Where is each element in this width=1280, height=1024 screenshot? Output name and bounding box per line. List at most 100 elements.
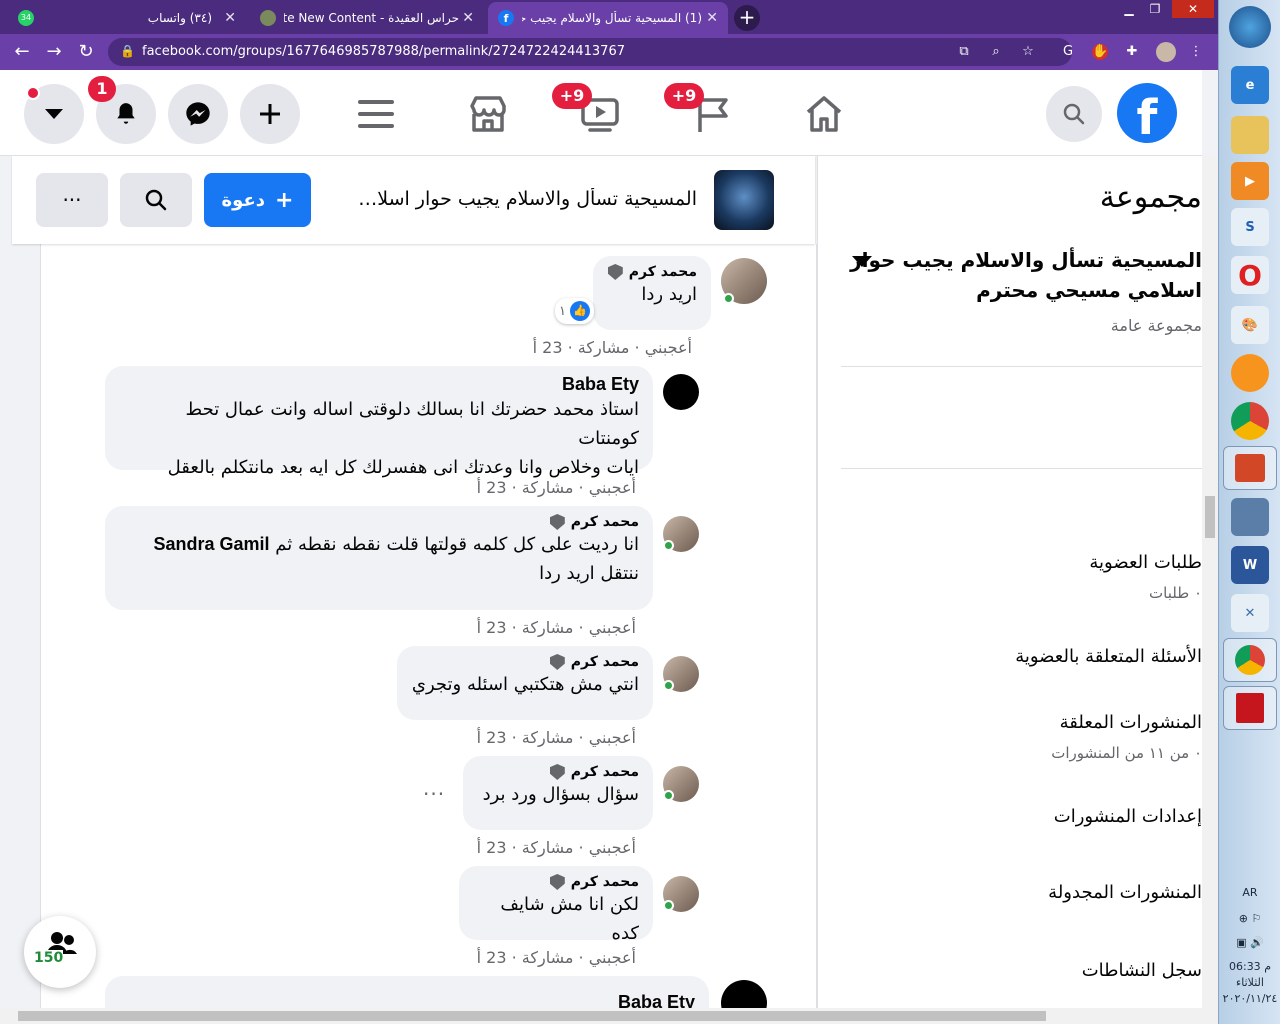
sidebar-group-name-line1[interactable]: المسيحية تسأل والاسلام يجيب حوار bbox=[850, 248, 1202, 272]
tray-icons[interactable]: ⊕ ⚐ bbox=[1219, 912, 1280, 925]
app-x-icon[interactable]: ✕ bbox=[1231, 594, 1269, 632]
comment-author[interactable]: محمد كرم bbox=[477, 764, 639, 780]
sidebar-item-scheduled-posts[interactable]: المنشورات المجدولة bbox=[1048, 882, 1202, 903]
comment-text: سؤال بسؤال ورد برد bbox=[482, 784, 639, 805]
window-close-icon[interactable]: ✕ bbox=[1172, 0, 1214, 18]
reaction-summary[interactable]: ١ 👍 bbox=[555, 298, 594, 324]
firefox-icon[interactable] bbox=[1231, 354, 1269, 392]
tab-whatsapp[interactable]: 34 (٣٤) واتساب ✕ bbox=[8, 2, 246, 34]
sidebar-item-membership-requests[interactable]: طلبات العضوية bbox=[1089, 552, 1202, 573]
new-tab-button[interactable]: + bbox=[734, 5, 760, 31]
comment-actions[interactable]: أعجبني · مشاركة · 23 أ bbox=[477, 478, 636, 497]
google-translate-icon[interactable]: G bbox=[1060, 44, 1076, 60]
paint-icon[interactable]: 🎨 bbox=[1231, 306, 1269, 344]
language-indicator[interactable]: AR bbox=[1219, 886, 1280, 899]
internet-explorer-icon[interactable]: e bbox=[1231, 66, 1269, 104]
close-icon[interactable]: ✕ bbox=[706, 10, 718, 26]
bookmark-star-icon[interactable]: ☆ bbox=[1020, 44, 1036, 60]
zoom-icon[interactable]: ⌕ bbox=[988, 44, 1004, 60]
opera-icon[interactable]: O bbox=[1231, 256, 1269, 294]
powerpoint-icon bbox=[1235, 454, 1265, 482]
comment-author[interactable]: محمد كرم bbox=[473, 874, 639, 890]
caret-down-icon[interactable] bbox=[852, 256, 872, 268]
sidebar-item-membership-questions[interactable]: الأسئلة المتعلقة بالعضوية bbox=[1015, 646, 1202, 667]
comment-actions[interactable]: أعجبني · مشاركة · 23 أ bbox=[477, 618, 636, 637]
comment-actions[interactable]: أعجبني · مشاركة · 23 أ bbox=[477, 838, 636, 857]
close-icon[interactable]: ✕ bbox=[462, 10, 474, 26]
commenter-avatar[interactable] bbox=[663, 374, 699, 410]
comment-author[interactable]: محمد كرم bbox=[607, 264, 697, 280]
forward-icon[interactable]: → bbox=[42, 40, 66, 64]
commenter-avatar[interactable] bbox=[721, 980, 767, 1008]
pdf-taskbar-button[interactable] bbox=[1223, 686, 1277, 730]
back-icon[interactable]: ← bbox=[10, 40, 34, 64]
word-icon[interactable]: W bbox=[1231, 546, 1269, 584]
comment-author[interactable]: محمد كرم bbox=[411, 654, 639, 670]
group-name[interactable]: المسيحية تسأل والاسلام يجيب حوار اسلامي … bbox=[352, 188, 697, 210]
comment-bubble: محمد كرم انتي مش هتكتبي اسئله وتجري bbox=[397, 646, 653, 720]
omnibox[interactable]: 🔒 facebook.com/groups/1677646985787988/p… bbox=[108, 38, 1072, 66]
powerpoint-taskbar-button[interactable] bbox=[1223, 446, 1277, 490]
group-cover-thumbnail[interactable] bbox=[714, 170, 774, 230]
hamburger-menu-icon[interactable] bbox=[354, 92, 398, 136]
tray-network-volume[interactable]: ▣ 🔊 bbox=[1219, 936, 1280, 949]
comment-author[interactable]: Baba Ety bbox=[119, 374, 639, 395]
search-icon bbox=[145, 189, 167, 211]
scrollbar-thumb[interactable] bbox=[18, 1011, 1046, 1021]
clock-time[interactable]: 06:33 م bbox=[1219, 960, 1280, 973]
comment-actions[interactable]: أعجبني · مشاركة · 23 أ bbox=[533, 338, 692, 357]
app-s-icon[interactable]: S bbox=[1231, 208, 1269, 246]
restore-icon[interactable]: ❐ bbox=[1140, 0, 1170, 18]
comment-text: انتي مش هتكتبي اسئله وتجري bbox=[411, 674, 639, 695]
group-header-bar: ··· دعوة + المسيحية تسأل والاسلام يجيب ح… bbox=[12, 156, 815, 244]
sidebar-item-pending-posts[interactable]: المنشورات المعلقة bbox=[1060, 712, 1202, 733]
pdf-icon bbox=[1236, 693, 1264, 723]
comment-actions[interactable]: أعجبني · مشاركة · 23 أ bbox=[477, 948, 636, 967]
verified-badge-icon bbox=[549, 764, 565, 780]
tab-facebook-group[interactable]: f (1) المسيحية تسأل والاسلام يجيب حوار ا… bbox=[488, 2, 728, 34]
group-search-button[interactable] bbox=[120, 173, 192, 227]
create-button[interactable] bbox=[240, 84, 300, 144]
horizontal-scrollbar[interactable] bbox=[0, 1008, 1218, 1024]
divider bbox=[841, 366, 1202, 367]
sidebar-item-activity-log[interactable]: سجل النشاطات bbox=[1082, 960, 1202, 981]
invite-button[interactable]: دعوة + bbox=[204, 173, 311, 227]
close-icon[interactable]: ✕ bbox=[224, 10, 236, 26]
file-explorer-icon[interactable] bbox=[1231, 116, 1269, 154]
sidebar-item-post-settings[interactable]: إعدادات المنشورات bbox=[1054, 806, 1202, 827]
divider bbox=[841, 468, 1202, 469]
media-player-icon[interactable]: ▶ bbox=[1231, 162, 1269, 200]
translate-icon[interactable]: ⧉ bbox=[956, 44, 972, 60]
reload-icon[interactable]: ↻ bbox=[74, 40, 98, 64]
online-status-dot bbox=[663, 790, 674, 801]
membership-requests-count: ٠ طلبات bbox=[1149, 584, 1202, 602]
more-options-button[interactable]: ··· bbox=[36, 173, 108, 227]
comments-feed: محمد كرم اريد ردا ١ 👍 أعجبني · مشاركة · … bbox=[40, 244, 817, 1008]
chrome-taskbar-button[interactable] bbox=[1223, 638, 1277, 682]
url-text[interactable]: facebook.com/groups/1677646985787988/per… bbox=[142, 44, 625, 59]
start-button-icon[interactable] bbox=[1229, 6, 1271, 48]
search-button[interactable] bbox=[1046, 86, 1102, 142]
chrome-icon[interactable] bbox=[1231, 402, 1269, 440]
vertical-scrollbar[interactable] bbox=[1202, 156, 1218, 1008]
comment-actions[interactable]: أعجبني · مشاركة · 23 أ bbox=[477, 728, 636, 747]
marketplace-icon[interactable] bbox=[466, 92, 510, 136]
profile-avatar-icon[interactable] bbox=[1156, 42, 1176, 62]
messenger-button[interactable] bbox=[168, 84, 228, 144]
sidebar-group-name-line2[interactable]: اسلامي مسيحي محترم bbox=[976, 278, 1202, 302]
verified-badge-icon bbox=[607, 264, 623, 280]
invite-label: دعوة bbox=[221, 189, 265, 211]
extensions-puzzle-icon[interactable]: ✚ bbox=[1124, 44, 1140, 60]
facebook-logo[interactable]: f bbox=[1117, 83, 1177, 143]
comment-author[interactable]: محمد كرم bbox=[119, 514, 639, 530]
adblock-icon[interactable]: ✋ bbox=[1092, 44, 1108, 60]
comment-author[interactable]: Baba Ety bbox=[119, 984, 695, 1008]
tab-create-content[interactable]: حراس العقيدة - Create New Content ✕ bbox=[250, 2, 484, 34]
home-icon[interactable] bbox=[802, 92, 846, 136]
scrollbar-thumb[interactable] bbox=[1205, 496, 1215, 538]
comment-options-icon[interactable]: ··· bbox=[423, 782, 445, 806]
virtualbox-icon[interactable] bbox=[1231, 498, 1269, 536]
members-chat-button[interactable]: 150 bbox=[24, 916, 96, 988]
kebab-menu-icon[interactable]: ⋮ bbox=[1188, 44, 1204, 60]
mentioned-user[interactable]: Sandra Gamil bbox=[153, 534, 269, 554]
